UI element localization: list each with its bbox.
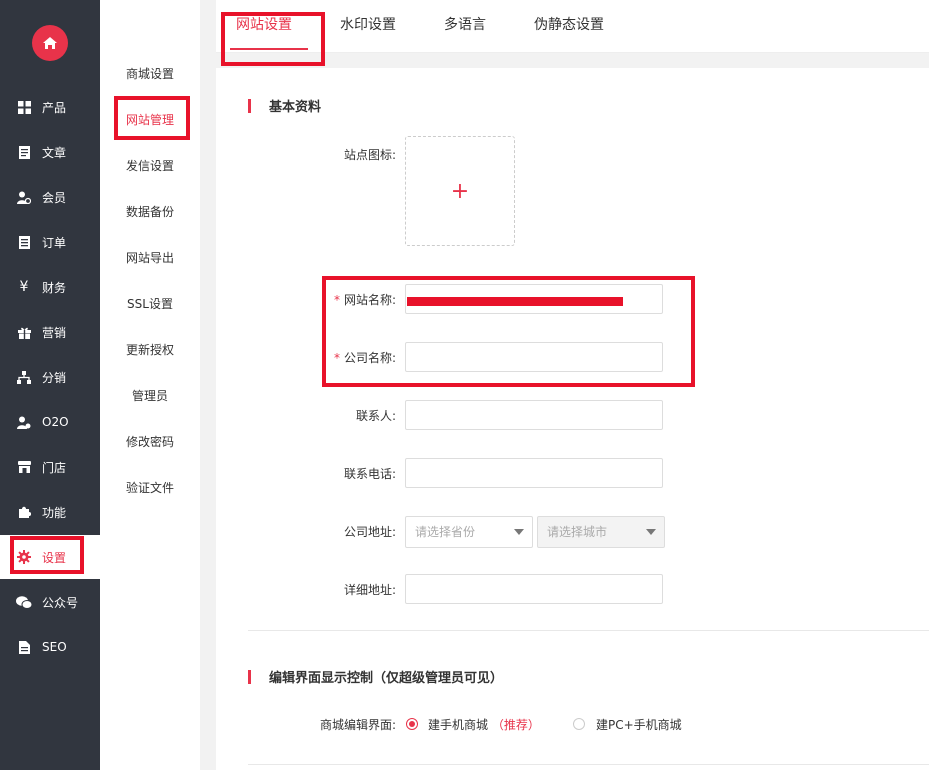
site-settings-form: 基本资料 站点图标: + * 网站名称: * 公司名称: 联系人: 联系电话: 公司… [216,68,929,770]
sidebar-item-label: 设置 [42,550,67,565]
active-tab-indicator [230,48,308,50]
wechat-icon [16,594,32,610]
detail-address-label: 详细地址: [343,583,396,597]
company-name-field[interactable] [405,342,663,372]
yen-icon: ¥ [19,279,29,295]
tab-watermark-settings[interactable]: 水印设置 [340,15,396,35]
chevron-down-icon [646,529,656,535]
o2o-icon [16,414,32,430]
city-placeholder: 请选择城市 [547,525,608,539]
option-text: 建手机商城 [428,718,489,732]
site-icon-upload[interactable]: + [405,136,515,246]
submenu-item-administrators[interactable]: 管理员 [100,386,200,406]
main-sidebar: 产品 文章 会员 订单 ¥ 财务 营销 分销 O2O 门店 功能 设置 公众号 … [0,0,100,770]
submenu-item-verify-file[interactable]: 验证文件 [100,478,200,498]
sidebar-item-label: 订单 [42,235,67,250]
section-basic-info: 基本资料 [248,96,321,115]
edit-interface-label: 商城编辑界面: [319,718,396,732]
sidebar-item-label: 公众号 [42,595,79,610]
contact-field[interactable] [405,400,663,430]
file-icon [16,639,32,655]
settings-tabs: 网站设置 水印设置 多语言 伪静态设置 [216,0,929,53]
sidebar-item-label: 门店 [42,460,67,475]
store-icon [16,459,32,475]
city-select[interactable]: 请选择城市 [537,516,665,548]
sidebar-item-members[interactable]: 会员 [0,175,100,219]
radio-pc-mobile-mall[interactable] [573,718,585,730]
phone-label: 联系电话: [343,467,396,481]
required-mark: * [333,351,340,365]
gear-icon [16,549,32,565]
recommend-badge: （推荐） [491,718,540,732]
company-name-label: * 公司名称: [216,349,396,366]
section-title: 基本资料 [269,100,322,115]
sidebar-item-marketing[interactable]: 营销 [0,310,100,354]
sidebar-item-label: 会员 [42,190,67,205]
network-icon [16,369,32,385]
sidebar-item-functions[interactable]: 功能 [0,490,100,534]
section-marker [248,98,251,113]
puzzle-icon [16,504,32,520]
submenu-item-site-export[interactable]: 网站导出 [100,248,200,268]
member-icon [16,189,32,205]
submenu-item-update-license[interactable]: 更新授权 [100,340,200,360]
section-divider [248,630,929,631]
sidebar-item-finance[interactable]: ¥ 财务 [0,265,100,309]
phone-field[interactable] [405,458,663,488]
sidebar-item-stores[interactable]: 门店 [0,445,100,489]
tab-site-settings[interactable]: 网站设置 [236,15,292,35]
site-icon-label: 站点图标: [343,148,396,162]
province-placeholder: 请选择省份 [415,525,476,539]
submenu-item-mail-settings[interactable]: 发信设置 [100,156,200,176]
tab-multi-language[interactable]: 多语言 [444,15,486,35]
sidebar-item-settings[interactable]: 设置 [0,535,100,579]
sidebar-item-label: 文章 [42,145,67,160]
radio-mobile-mall-label[interactable]: 建手机商城 （推荐） [428,716,540,733]
section-marker [248,669,251,684]
section-edit-control: 编辑界面显示控制（仅超级管理员可见） [248,667,503,686]
sidebar-item-label: 营销 [42,325,67,340]
contact-label: 联系人: [355,409,396,423]
submenu-item-data-backup[interactable]: 数据备份 [100,202,200,222]
sidebar-item-label: 财务 [42,280,67,295]
plus-icon: + [450,178,470,204]
section-divider [248,764,929,765]
settings-submenu: 商城设置 网站管理 发信设置 数据备份 网站导出 SSL设置 更新授权 管理员 … [100,0,200,770]
radio-mobile-mall[interactable] [406,718,418,730]
document-icon [16,144,32,160]
order-list-icon [16,234,32,250]
radio-pc-mobile-mall-label[interactable]: 建PC+手机商城 [596,716,682,733]
company-name-label-text: 公司名称: [343,351,396,365]
redaction-mark [407,297,623,306]
sidebar-item-articles[interactable]: 文章 [0,130,100,174]
tab-pseudo-static-settings[interactable]: 伪静态设置 [534,15,604,35]
sidebar-item-seo[interactable]: SEO [0,625,100,669]
sidebar-item-o2o[interactable]: O2O [0,400,100,444]
sidebar-item-label: SEO [42,640,67,654]
submenu-item-ssl-settings[interactable]: SSL设置 [100,294,200,314]
site-name-label: * 网站名称: [216,291,396,308]
sidebar-item-products[interactable]: 产品 [0,85,100,129]
sidebar-item-orders[interactable]: 订单 [0,220,100,264]
address-label: 公司地址: [343,525,396,539]
grid-icon [16,99,32,115]
chevron-down-icon [514,529,524,535]
sidebar-item-wechat[interactable]: 公众号 [0,580,100,624]
submenu-item-change-password[interactable]: 修改密码 [100,432,200,452]
detail-address-field[interactable] [405,574,663,604]
section-title: 编辑界面显示控制（仅超级管理员可见） [269,671,504,686]
sidebar-item-distribution[interactable]: 分销 [0,355,100,399]
site-name-label-text: 网站名称: [343,293,396,307]
sidebar-item-label: 分销 [42,370,67,385]
submenu-item-site-management[interactable]: 网站管理 [100,110,200,130]
sidebar-item-label: O2O [42,415,69,429]
gift-icon [16,324,32,340]
sidebar-item-label: 功能 [42,505,67,520]
province-select[interactable]: 请选择省份 [405,516,533,548]
submenu-item-mall-settings[interactable]: 商城设置 [100,64,200,84]
sidebar-item-label: 产品 [42,100,67,115]
required-mark: * [333,293,340,307]
home-icon[interactable] [32,25,68,61]
